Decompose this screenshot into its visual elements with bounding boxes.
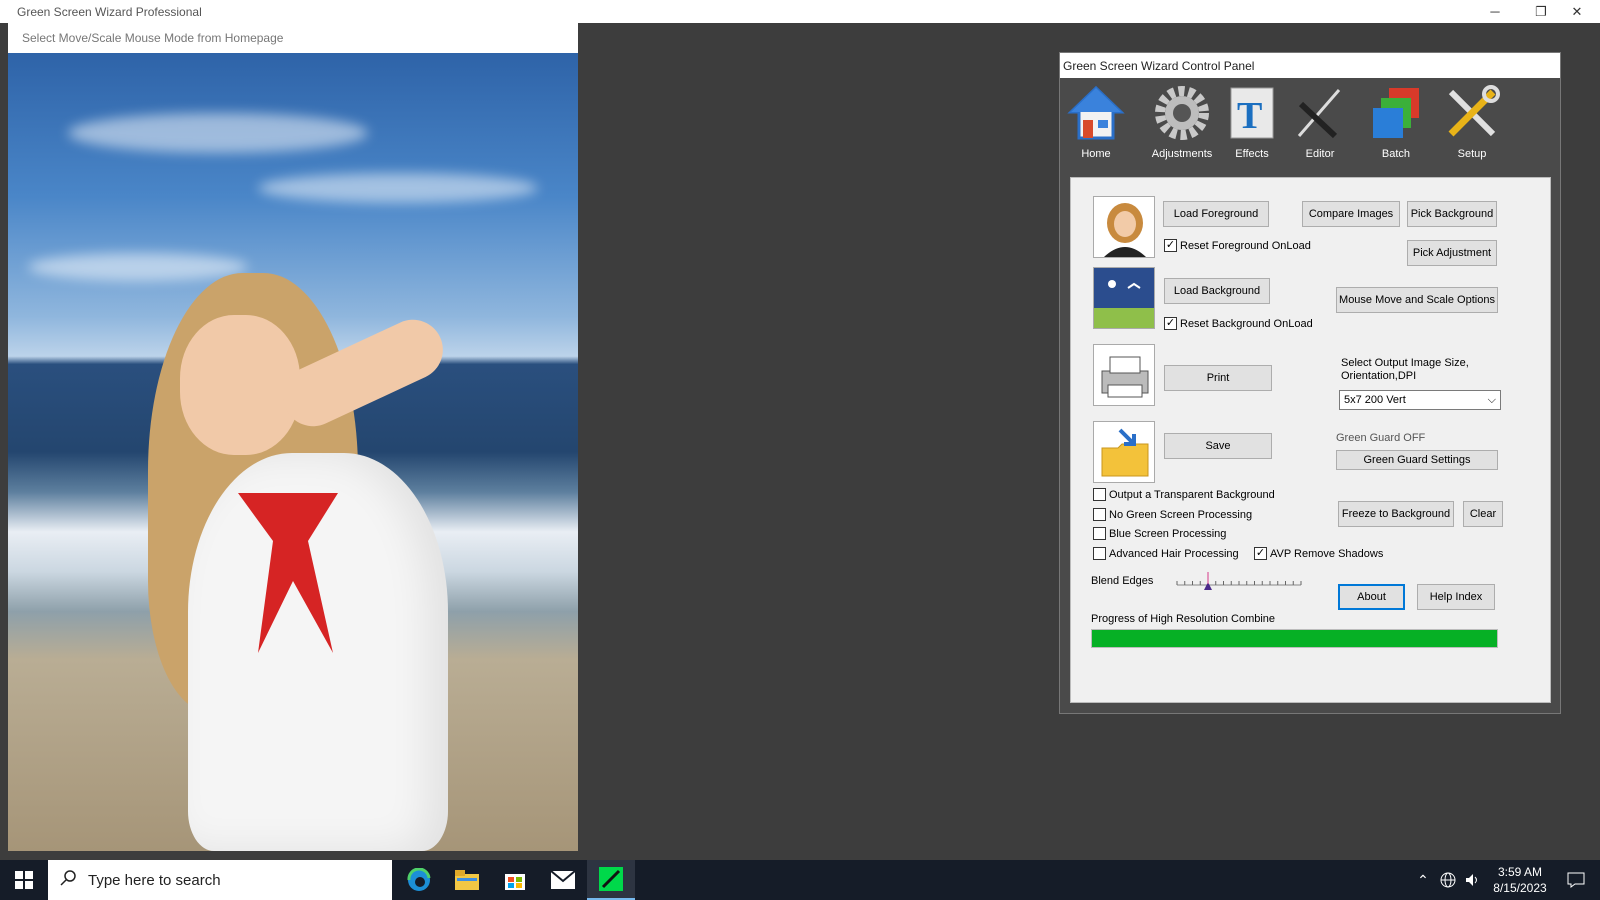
checkbox-box[interactable]: ✓ — [1254, 547, 1267, 560]
toolbar-adjustments-label: Adjustments — [1151, 148, 1213, 160]
blue-screen-label: Blue Screen Processing — [1109, 527, 1227, 540]
toolbar-batch[interactable]: Batch — [1360, 84, 1432, 160]
checkbox-box[interactable]: ✓ — [1164, 239, 1177, 252]
pick-background-button[interactable]: Pick Background — [1407, 201, 1497, 227]
checkbox-box[interactable] — [1093, 527, 1106, 540]
foreground-thumbnail — [1093, 196, 1155, 258]
reset-foreground-label: Reset Foreground OnLoad — [1180, 239, 1311, 252]
checkbox-box[interactable] — [1093, 508, 1106, 521]
reset-foreground-checkbox[interactable]: ✓ Reset Foreground OnLoad — [1164, 239, 1311, 252]
save-button[interactable]: Save — [1164, 433, 1272, 459]
checkbox-box[interactable] — [1093, 547, 1106, 560]
blue-screen-checkbox[interactable]: Blue Screen Processing — [1093, 527, 1226, 540]
mouse-move-scale-button[interactable]: Mouse Move and Scale Options — [1336, 287, 1498, 313]
no-green-screen-checkbox[interactable]: No Green Screen Processing — [1093, 508, 1252, 521]
file-explorer-icon[interactable] — [443, 860, 491, 900]
green-guard-settings-button[interactable]: Green Guard Settings — [1336, 450, 1498, 470]
toolbar-setup[interactable]: Setup — [1436, 84, 1508, 160]
toolbar-home[interactable]: Home — [1060, 84, 1132, 160]
about-button[interactable]: About — [1338, 584, 1405, 610]
blend-edges-slider[interactable] — [1175, 570, 1303, 592]
close-button[interactable]: ✕ — [1554, 0, 1600, 23]
checkbox-box[interactable] — [1093, 488, 1106, 501]
blend-edges-slider-track — [1176, 572, 1302, 590]
help-index-button[interactable]: Help Index — [1417, 584, 1495, 610]
control-panel-title: Green Screen Wizard Control Panel — [1060, 53, 1560, 78]
control-panel-content: Load Foreground Compare Images Pick Back… — [1070, 177, 1551, 703]
output-size-select[interactable]: 5x7 200 Vert ⌵ — [1339, 390, 1501, 410]
compare-images-button[interactable]: Compare Images — [1302, 201, 1400, 227]
batch-icon — [1367, 84, 1425, 142]
toolbar-setup-label: Setup — [1457, 148, 1487, 160]
taskbar-clock[interactable]: 3:59 AM 8/15/2023 — [1480, 864, 1560, 896]
advanced-hair-checkbox[interactable]: Advanced Hair Processing — [1093, 547, 1239, 560]
app-title: Green Screen Wizard Professional — [17, 5, 202, 19]
freeze-to-background-button[interactable]: Freeze to Background — [1338, 501, 1454, 527]
minimize-button[interactable]: ─ — [1472, 0, 1518, 23]
taskbar-search-box[interactable]: Type here to search — [48, 860, 392, 900]
transparent-background-label: Output a Transparent Background — [1109, 488, 1275, 501]
load-background-button[interactable]: Load Background — [1164, 278, 1270, 304]
checkbox-box[interactable]: ✓ — [1164, 317, 1177, 330]
toolbar-adjustments[interactable]: Adjustments — [1146, 84, 1218, 160]
progress-label: Progress of High Resolution Combine — [1091, 613, 1276, 625]
toolbar-editor-label: Editor — [1305, 148, 1335, 160]
preview-pane: Select Move/Scale Mouse Mode from Homepa… — [8, 23, 578, 851]
clock-date: 8/15/2023 — [1493, 881, 1547, 895]
print-thumbnail — [1093, 344, 1155, 406]
start-button[interactable] — [0, 860, 48, 900]
editor-icon — [1291, 84, 1349, 142]
edge-browser-icon[interactable] — [395, 860, 443, 900]
show-hidden-icons-chevron-up-icon[interactable]: ⌃ — [1411, 860, 1435, 900]
notifications-icon[interactable] — [1560, 860, 1592, 900]
windows-icon — [15, 871, 33, 889]
output-size-value: 5x7 200 Vert — [1344, 394, 1406, 406]
output-size-label: Select Output Image Size, Orientation,DP… — [1341, 357, 1469, 382]
green-guard-status: Green Guard OFF — [1336, 432, 1426, 444]
mail-icon[interactable] — [539, 860, 587, 900]
svg-text:T: T — [1237, 95, 1262, 137]
green-screen-wizard-taskbar-icon[interactable] — [587, 860, 635, 900]
combine-progress-bar — [1091, 629, 1498, 648]
chevron-down-icon: ⌵ — [1487, 393, 1496, 406]
reset-background-label: Reset Background OnLoad — [1180, 317, 1313, 330]
transparent-background-checkbox[interactable]: Output a Transparent Background — [1093, 488, 1275, 501]
network-icon[interactable] — [1436, 860, 1460, 900]
control-panel-window: Green Screen Wizard Control Panel Home A… — [1059, 52, 1561, 714]
search-icon — [60, 870, 76, 890]
store-icon[interactable] — [491, 860, 539, 900]
toolbar-effects-label: Effects — [1235, 148, 1269, 160]
print-button[interactable]: Print — [1164, 365, 1272, 391]
avp-remove-shadows-label: AVP Remove Shadows — [1270, 547, 1384, 560]
avp-remove-shadows-checkbox[interactable]: ✓ AVP Remove Shadows — [1254, 547, 1383, 560]
no-green-screen-label: No Green Screen Processing — [1109, 508, 1253, 521]
setup-icon — [1443, 84, 1501, 142]
reset-background-checkbox[interactable]: ✓ Reset Background OnLoad — [1164, 317, 1313, 330]
toolbar-effects[interactable]: T Effects — [1216, 84, 1288, 160]
taskbar: Type here to search ⌃ 3:59 AM 8/15/2023 — [0, 860, 1600, 900]
combine-progress-fill — [1092, 630, 1497, 647]
pick-adjustment-button[interactable]: Pick Adjustment — [1407, 240, 1497, 266]
effects-icon: T — [1223, 84, 1281, 142]
advanced-hair-label: Advanced Hair Processing — [1109, 547, 1239, 560]
save-thumbnail — [1093, 421, 1155, 483]
clear-button[interactable]: Clear — [1463, 501, 1503, 527]
clock-time: 3:59 AM — [1497, 865, 1543, 879]
app-title-bar: Green Screen Wizard Professional ─ ❐ ✕ — [0, 0, 1600, 23]
background-thumbnail — [1093, 267, 1155, 329]
toolbar-batch-label: Batch — [1381, 148, 1411, 160]
load-foreground-button[interactable]: Load Foreground — [1163, 201, 1269, 227]
home-icon — [1067, 84, 1125, 142]
mouse-mode-hint: Select Move/Scale Mouse Mode from Homepa… — [22, 31, 284, 45]
search-placeholder: Type here to search — [88, 871, 221, 889]
blend-edges-label: Blend Edges — [1091, 575, 1154, 587]
control-panel-toolbar: Home Adjustments T Effects Editor Batch — [1060, 78, 1560, 175]
toolbar-editor[interactable]: Editor — [1284, 84, 1356, 160]
composite-image[interactable] — [8, 53, 578, 851]
gear-icon — [1153, 84, 1211, 142]
toolbar-home-label: Home — [1081, 148, 1111, 160]
